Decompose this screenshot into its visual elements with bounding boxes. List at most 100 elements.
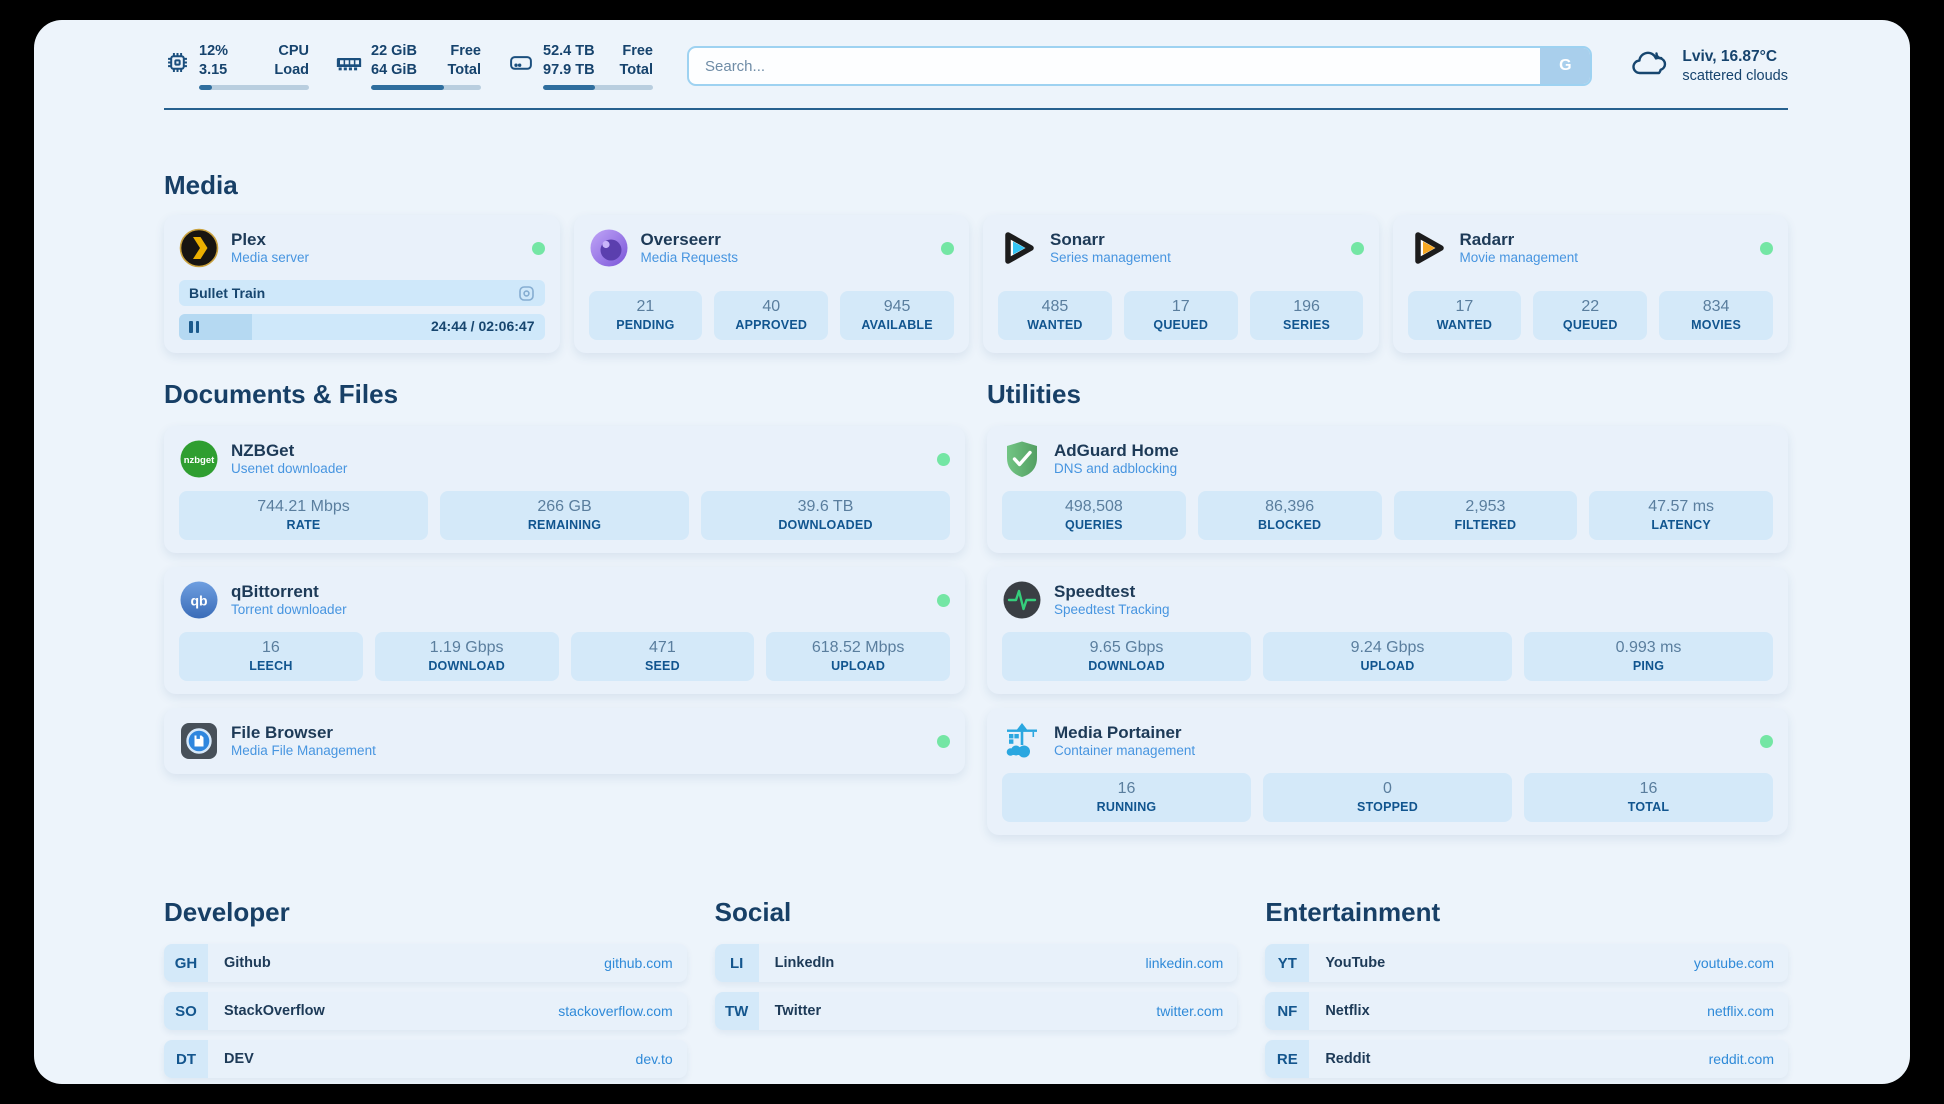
app-subtitle: Container management <box>1054 743 1195 760</box>
radarr-icon <box>1408 228 1448 268</box>
cpu-metric: 12% 3.15 CPU Load <box>164 42 309 90</box>
status-dot <box>1760 735 1773 748</box>
now-playing-title: Bullet Train <box>189 285 265 301</box>
plex-progressbar[interactable]: 24:44 / 02:06:47 <box>179 314 545 340</box>
search-bar: G <box>687 46 1592 86</box>
stat-series: 196 SERIES <box>1250 291 1364 340</box>
app-name: Overseerr <box>641 229 739 250</box>
memory-free-value: 22 GiB <box>371 42 427 61</box>
cpu-icon <box>164 42 191 81</box>
stat-total: 16 TOTAL <box>1524 773 1773 822</box>
link-linkedin[interactable]: LI LinkedIn linkedin.com <box>715 944 1238 982</box>
stat-latency: 47.57 ms LATENCY <box>1589 491 1773 540</box>
app-card-sonarr[interactable]: Sonarr Series management 485 WANTED 17 Q… <box>983 215 1379 353</box>
link-abbr: DT <box>164 1040 208 1078</box>
link-abbr: NF <box>1265 992 1309 1030</box>
link-url[interactable]: netflix.com <box>1707 1003 1774 1019</box>
app-card-nzbget[interactable]: nzbget NZBGet Usenet downloader 744.21 M… <box>164 426 965 553</box>
weather-condition: scattered clouds <box>1682 67 1788 86</box>
link-name: Netflix <box>1325 1003 1369 1019</box>
stat-rate: 744.21 Mbps RATE <box>179 491 428 540</box>
app-name: Sonarr <box>1050 229 1171 250</box>
app-card-overseerr[interactable]: Overseerr Media Requests 21 PENDING 40 A… <box>574 215 970 353</box>
stat-approved: 40 APPROVED <box>714 291 828 340</box>
app-card-plex[interactable]: Plex Media server Bullet Train <box>164 215 560 353</box>
link-url[interactable]: youtube.com <box>1694 955 1774 971</box>
app-subtitle: Usenet downloader <box>231 461 347 478</box>
storage-label-2: Total <box>613 61 653 80</box>
cpu-label-1: CPU <box>269 42 309 61</box>
stat-queued: 17 QUEUED <box>1124 291 1238 340</box>
link-url[interactable]: twitter.com <box>1156 1003 1223 1019</box>
stat-leech: 16 LEECH <box>179 632 363 681</box>
cpu-percent: 12% <box>199 42 255 61</box>
app-subtitle: DNS and adblocking <box>1054 461 1179 478</box>
app-name: NZBGet <box>231 440 347 461</box>
nzbget-icon: nzbget <box>179 439 219 479</box>
app-subtitle: Speedtest Tracking <box>1054 602 1170 619</box>
speedtest-icon <box>1002 580 1042 620</box>
portainer-icon <box>1002 721 1042 761</box>
storage-progressbar <box>543 85 653 90</box>
link-url[interactable]: stackoverflow.com <box>558 1003 672 1019</box>
topbar-divider <box>164 108 1788 110</box>
cpu-progressbar <box>199 85 309 90</box>
link-url[interactable]: linkedin.com <box>1146 955 1224 971</box>
status-dot <box>937 594 950 607</box>
memory-metric: 22 GiB 64 GiB Free Total <box>335 42 481 90</box>
link-twitter[interactable]: TW Twitter twitter.com <box>715 992 1238 1030</box>
stat-blocked: 86,396 BLOCKED <box>1198 491 1382 540</box>
storage-metric: 52.4 TB 97.9 TB Free Total <box>507 42 653 90</box>
top-bar: 12% 3.15 CPU Load <box>164 38 1788 94</box>
app-subtitle: Media Requests <box>641 250 739 267</box>
section-utilities: Utilities AdGuard Home DNS and <box>987 379 1788 835</box>
link-url[interactable]: github.com <box>604 955 672 971</box>
cpu-label-2: Load <box>269 61 309 80</box>
dashboard-page: 12% 3.15 CPU Load <box>34 20 1910 1084</box>
link-url[interactable]: dev.to <box>636 1051 673 1067</box>
stat-pending: 21 PENDING <box>589 291 703 340</box>
search-engine-button[interactable]: G <box>1540 48 1590 84</box>
section-title-documents: Documents & Files <box>164 379 965 410</box>
ram-icon <box>335 42 363 81</box>
link-github[interactable]: GH Github github.com <box>164 944 687 982</box>
link-dev[interactable]: DT DEV dev.to <box>164 1040 687 1078</box>
stat-download: 9.65 Gbps DOWNLOAD <box>1002 632 1251 681</box>
app-subtitle: Torrent downloader <box>231 602 347 619</box>
status-dot <box>941 242 954 255</box>
app-card-qbittorrent[interactable]: qb qBittorrent Torrent downloader 16 LEE… <box>164 567 965 694</box>
app-card-filebrowser[interactable]: File Browser Media File Management <box>164 708 965 774</box>
app-name: Media Portainer <box>1054 722 1195 743</box>
stat-upload: 618.52 Mbps UPLOAD <box>766 632 950 681</box>
section-title-utilities: Utilities <box>987 379 1788 410</box>
app-card-radarr[interactable]: Radarr Movie management 17 WANTED 22 QUE… <box>1393 215 1789 353</box>
app-subtitle: Movie management <box>1460 250 1579 267</box>
disk-icon <box>507 42 535 81</box>
link-stackoverflow[interactable]: SO StackOverflow stackoverflow.com <box>164 992 687 1030</box>
svg-text:nzbget: nzbget <box>184 455 215 466</box>
stat-stopped: 0 STOPPED <box>1263 773 1512 822</box>
link-youtube[interactable]: YT YouTube youtube.com <box>1265 944 1788 982</box>
app-name: Plex <box>231 229 309 250</box>
app-name: qBittorrent <box>231 581 347 602</box>
section-social: Social LI LinkedIn linkedin.com TW Twitt… <box>715 897 1238 1040</box>
link-netflix[interactable]: NF Netflix netflix.com <box>1265 992 1788 1030</box>
link-url[interactable]: reddit.com <box>1709 1051 1774 1067</box>
link-name: LinkedIn <box>775 955 835 971</box>
app-card-adguard[interactable]: AdGuard Home DNS and adblocking 498,508 … <box>987 426 1788 553</box>
status-dot <box>937 453 950 466</box>
stat-download: 1.19 Gbps DOWNLOAD <box>375 632 559 681</box>
app-card-speedtest[interactable]: Speedtest Speedtest Tracking 9.65 Gbps D… <box>987 567 1788 694</box>
search-input[interactable] <box>687 46 1592 86</box>
stat-wanted: 485 WANTED <box>998 291 1112 340</box>
link-abbr: GH <box>164 944 208 982</box>
link-name: Reddit <box>1325 1051 1370 1067</box>
stat-downloaded: 39.6 TB DOWNLOADED <box>701 491 950 540</box>
plex-icon <box>179 228 219 268</box>
plex-time: 24:44 / 02:06:47 <box>431 318 535 334</box>
link-reddit[interactable]: RE Reddit reddit.com <box>1265 1040 1788 1078</box>
link-abbr: SO <box>164 992 208 1030</box>
link-abbr: TW <box>715 992 759 1030</box>
app-card-portainer[interactable]: Media Portainer Container management 16 … <box>987 708 1788 835</box>
link-abbr: RE <box>1265 1040 1309 1078</box>
